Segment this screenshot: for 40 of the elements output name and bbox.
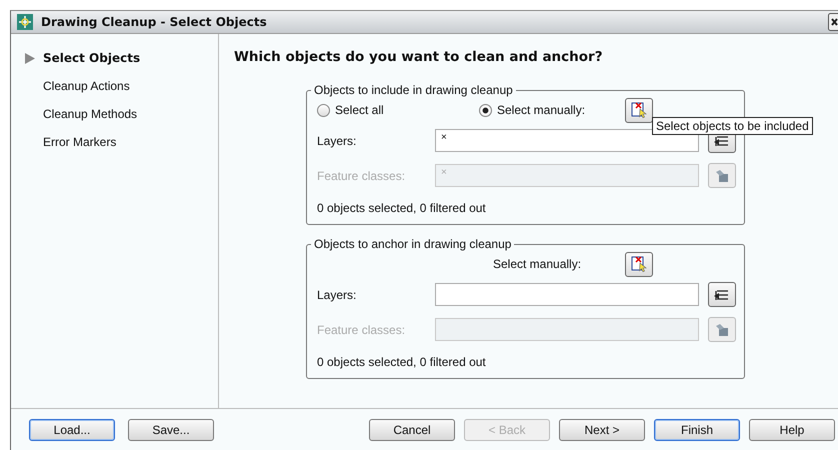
input-field[interactable] <box>435 283 699 306</box>
cursor-select-icon <box>630 255 648 273</box>
feature-class-button[interactable] <box>708 317 736 342</box>
select-objects-button[interactable] <box>625 252 654 276</box>
dialog-button[interactable]: Help <box>749 419 835 441</box>
field-label: Feature classes: <box>317 168 406 182</box>
field-label: Feature classes: <box>317 322 406 336</box>
page-heading: Which objects do you want to clean and anchor? <box>234 49 604 65</box>
sidebar-item[interactable]: Select Objects <box>11 44 218 72</box>
cursor-select-icon <box>630 101 648 119</box>
window-title: Drawing Cleanup - Select Objects <box>41 15 267 29</box>
field-label: Layers: <box>317 134 358 148</box>
radio-label[interactable]: Select manually: <box>497 103 586 117</box>
selection-status: 0 objects selected, 0 filtered out <box>317 355 487 369</box>
select-manually-label: Select manually: <box>493 257 582 271</box>
dialog-button[interactable]: Save... <box>128 419 214 441</box>
radio-button[interactable] <box>479 104 492 116</box>
shape-icon <box>714 322 730 338</box>
layer-list-button[interactable] <box>708 282 736 307</box>
group-title: Objects to include in drawing cleanup <box>313 83 514 97</box>
dialog-button[interactable]: Load... <box>29 419 115 441</box>
dialog-button[interactable]: Next > <box>559 419 645 441</box>
radio-button[interactable] <box>317 104 330 116</box>
app-icon <box>17 14 33 30</box>
arrow-icon <box>25 52 35 64</box>
dialog-button[interactable]: Finish <box>654 419 740 441</box>
select-objects-button[interactable] <box>625 98 654 122</box>
sidebar-item[interactable]: Cleanup Methods <box>11 100 218 128</box>
radio-label[interactable]: Select all <box>335 103 384 117</box>
field-label: Layers: <box>317 288 358 302</box>
feature-class-button[interactable] <box>708 163 736 188</box>
dialog-button[interactable]: Cancel <box>369 419 455 441</box>
input-field[interactable]: × <box>435 129 699 152</box>
close-button[interactable] <box>828 13 838 31</box>
sidebar-item[interactable]: Cleanup Actions <box>11 72 218 100</box>
group-title: Objects to anchor in drawing cleanup <box>313 237 512 251</box>
sidebar-item[interactable]: Error Markers <box>11 128 218 156</box>
selection-status: 0 objects selected, 0 filtered out <box>317 201 487 215</box>
tooltip: Select objects to be included <box>652 117 813 135</box>
shape-icon <box>714 168 730 184</box>
